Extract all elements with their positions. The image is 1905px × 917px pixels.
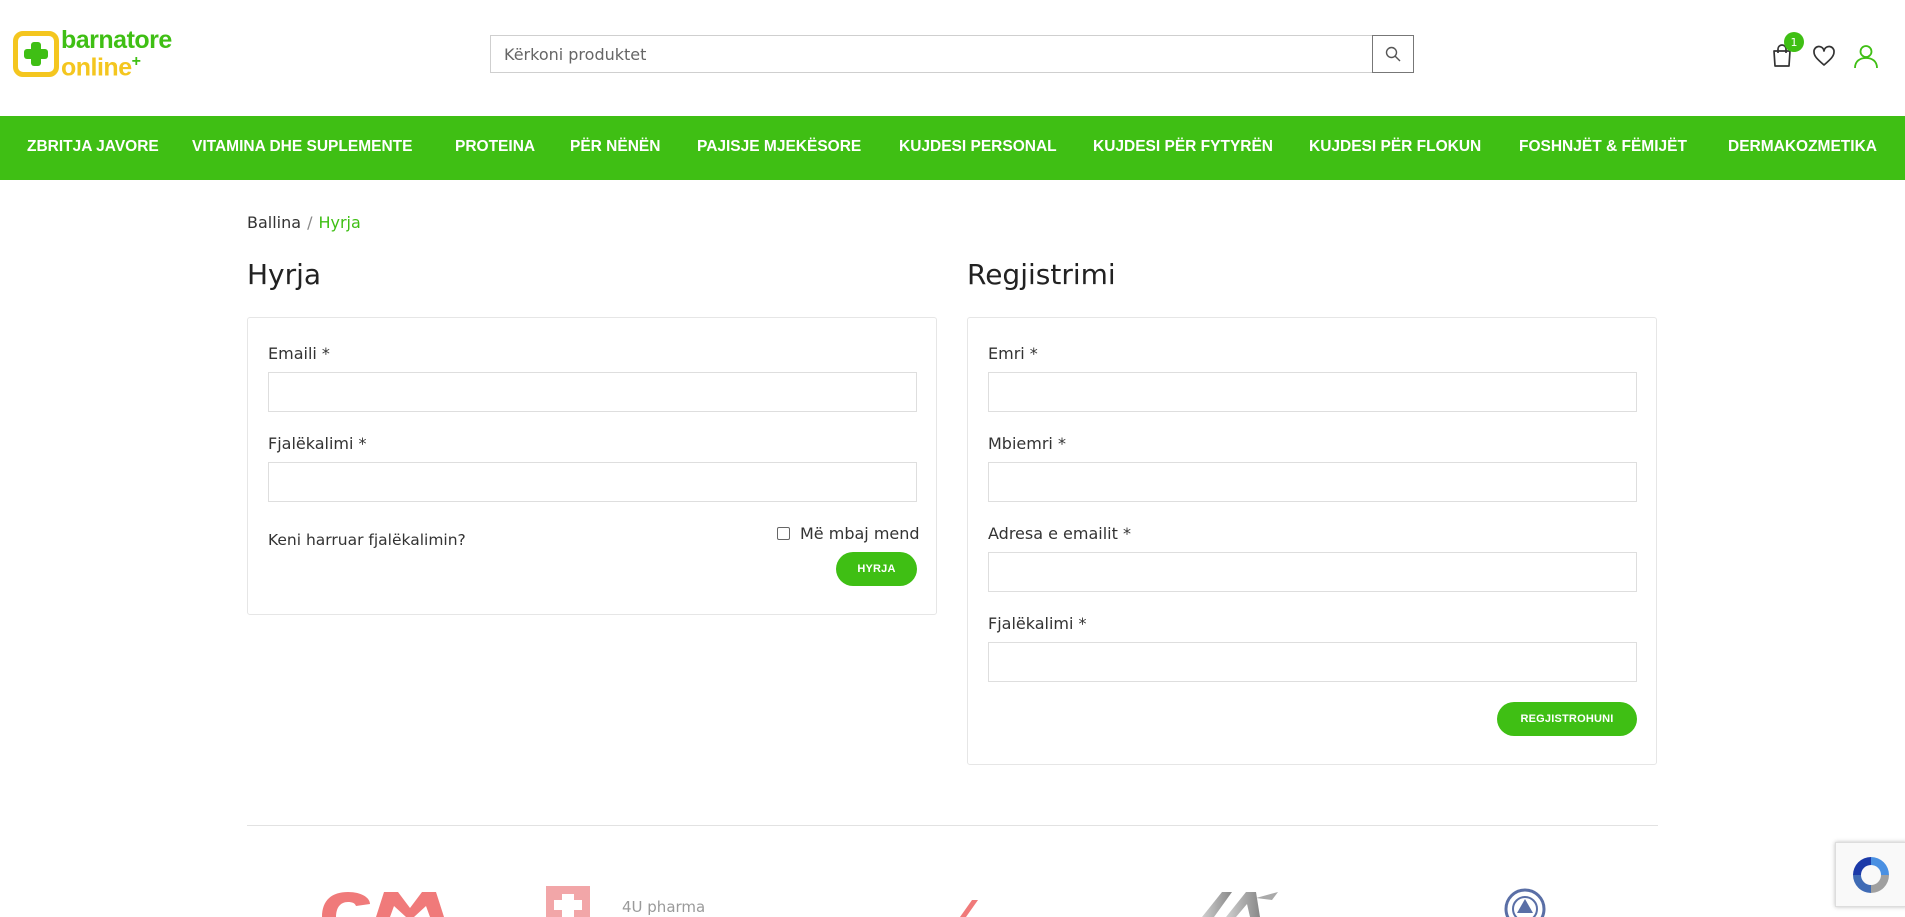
login-email-label: Emaili * <box>268 344 330 363</box>
breadcrumb-current: Hyrja <box>318 213 361 232</box>
brand-red-check-mark <box>960 900 978 917</box>
login-password-label: Fjalëkalimi * <box>268 434 367 453</box>
register-card: Emri * Mbiemri * Adresa e emailit * Fjal… <box>967 317 1657 765</box>
site-logo[interactable]: barnatore online+ <box>13 26 183 82</box>
nav-item-per-nenen[interactable]: PËR NËNËN <box>570 138 660 156</box>
register-last-name-input[interactable] <box>988 462 1637 502</box>
remember-me-checkbox[interactable] <box>777 527 790 540</box>
register-email-input[interactable] <box>988 552 1637 592</box>
breadcrumb-separator: / <box>307 213 313 232</box>
remember-me[interactable]: Më mbaj mend <box>777 524 920 543</box>
brand-3m-logo[interactable] <box>318 890 446 917</box>
brand-silver-a-logo[interactable] <box>1200 890 1280 917</box>
brand-red-check-logo[interactable] <box>958 900 980 917</box>
register-email-label: Adresa e emailit * <box>988 524 1131 543</box>
section-divider <box>247 825 1658 826</box>
brand-3m-logo-mark <box>322 892 444 917</box>
site-header: barnatore online+ 1 <box>0 0 1905 116</box>
login-card: Emaili * Fjalëkalimi * Keni harruar fjal… <box>247 317 937 615</box>
register-password-input[interactable] <box>988 642 1637 682</box>
user-icon <box>1854 45 1878 69</box>
register-first-name-label: Emri * <box>988 344 1038 363</box>
recaptcha-badge[interactable] <box>1835 842 1905 907</box>
login-title: Hyrja <box>247 258 322 291</box>
nav-item-zbritja-javore[interactable]: ZBRITJA JAVORE <box>27 138 159 156</box>
forgot-password-link[interactable]: Keni harruar fjalëkalimin? <box>268 531 466 549</box>
register-last-name-label: Mbiemri * <box>988 434 1066 453</box>
login-button[interactable]: HYRJA <box>836 552 917 586</box>
logo-text-line1: barnatore <box>61 26 172 55</box>
search-bar <box>490 35 1414 73</box>
register-password-label: Fjalëkalimi * <box>988 614 1087 633</box>
remember-me-label: Më mbaj mend <box>800 524 920 543</box>
search-button[interactable] <box>1372 35 1414 73</box>
account-button[interactable] <box>1850 40 1882 72</box>
brand-4u-pharma[interactable]: 4U pharma <box>546 886 705 917</box>
brand-4u-pharma-logo <box>546 886 590 917</box>
login-password-input[interactable] <box>268 462 917 502</box>
logo-text-line2: online+ <box>61 53 141 82</box>
register-first-name-input[interactable] <box>988 372 1637 412</box>
brand-blue-circle-logo[interactable] <box>1504 888 1546 917</box>
recaptcha-icon <box>1853 856 1889 893</box>
logo-plus-icon <box>13 31 59 77</box>
login-email-input[interactable] <box>268 372 917 412</box>
register-title: Regjistrimi <box>967 258 1116 291</box>
register-button[interactable]: REGJISTROHUNI <box>1497 702 1637 736</box>
search-icon <box>1385 46 1401 62</box>
nav-item-kujdesi-flokun[interactable]: KUJDESI PËR FLOKUN <box>1309 138 1481 156</box>
nav-item-vitamina[interactable]: VITAMINA DHE SUPLEMENTE <box>192 138 412 156</box>
cart-button[interactable]: 1 <box>1766 32 1804 72</box>
nav-item-dermakozmetika[interactable]: DERMAKOZMETIKA <box>1728 138 1877 156</box>
header-actions: 1 <box>1766 32 1892 72</box>
nav-item-pajisje-mjekesore[interactable]: PAJISJE MJEKËSORE <box>697 138 861 156</box>
brand-blue-circle-mark <box>1504 888 1546 917</box>
nav-item-kujdesi-fytyren[interactable]: KUJDESI PËR FYTYRËN <box>1093 138 1273 156</box>
brand-silver-a-mark <box>1202 892 1278 917</box>
brand-4u-pharma-name: 4U pharma <box>622 898 706 916</box>
cart-count-badge: 1 <box>1784 32 1804 52</box>
nav-item-kujdesi-personal[interactable]: KUJDESI PERSONAL <box>899 138 1057 156</box>
main-nav: ZBRITJA JAVORE VITAMINA DHE SUPLEMENTE P… <box>0 116 1905 180</box>
nav-item-proteina[interactable]: PROTEINA <box>455 138 535 156</box>
breadcrumb: Ballina / Hyrja <box>247 213 361 232</box>
nav-item-foshnjet-femijet[interactable]: FOSHNJËT & FËMIJËT <box>1519 138 1687 156</box>
wishlist-button[interactable] <box>1808 40 1840 72</box>
breadcrumb-home-link[interactable]: Ballina <box>247 213 301 232</box>
search-input[interactable] <box>490 35 1372 73</box>
heart-icon <box>1813 45 1835 66</box>
